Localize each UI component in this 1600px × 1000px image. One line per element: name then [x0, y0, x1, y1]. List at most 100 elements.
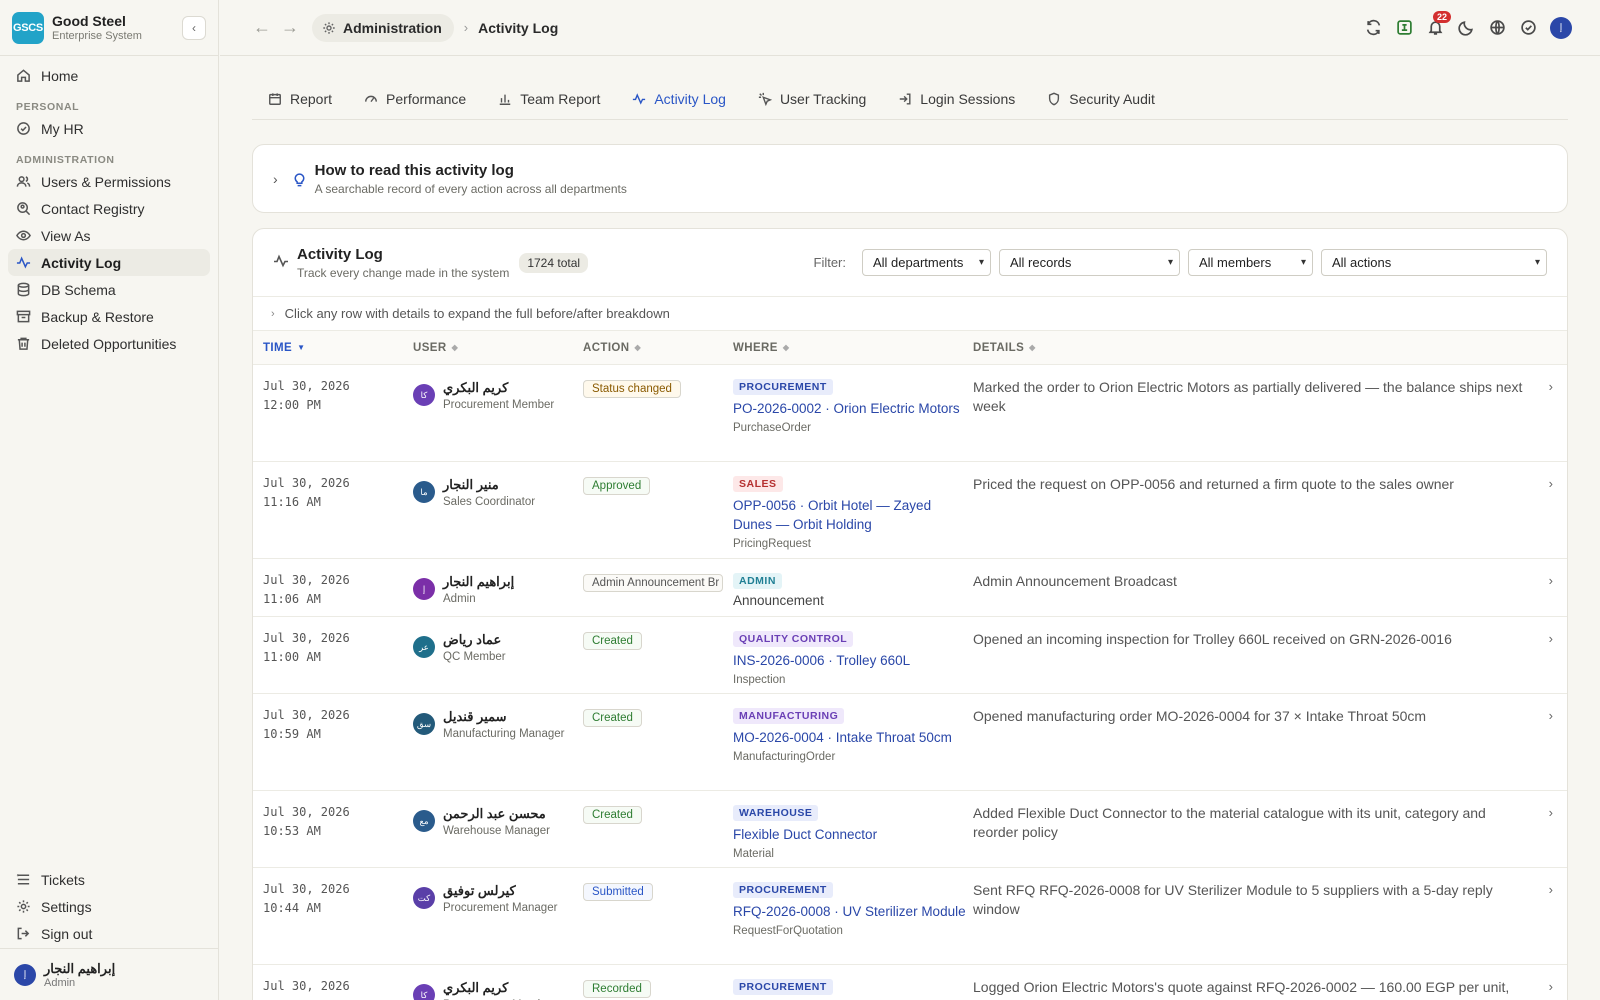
- tab-label: Report: [290, 90, 333, 107]
- dark-mode-toggle[interactable]: [1451, 14, 1482, 42]
- department-tag: QUALITY CONTROL: [733, 631, 854, 647]
- collapse-sidebar-button[interactable]: ‹: [182, 15, 206, 40]
- chevron-down-icon: ▾: [1534, 257, 1540, 268]
- tab-performance[interactable]: Performance: [348, 82, 482, 115]
- tab-activity-log[interactable]: Activity Log: [616, 82, 742, 115]
- table-row[interactable]: Jul 30, 2026 12:00 PM كا كريم البكري Procure…: [253, 365, 1567, 462]
- help-card[interactable]: › How to read this activity log A search…: [252, 144, 1568, 213]
- org-chart-button[interactable]: [1389, 14, 1420, 42]
- contact-search-icon: [17, 202, 31, 216]
- tab-team-report[interactable]: Team Report: [482, 82, 616, 115]
- tab-report[interactable]: Report: [252, 82, 348, 115]
- table-row[interactable]: Jul 30, 2026 10:59 AM سق سمير قنديل Manufact…: [253, 694, 1567, 791]
- back-button[interactable]: ←: [248, 17, 276, 38]
- chevron-right-icon[interactable]: ›: [1549, 631, 1553, 646]
- table-body: Jul 30, 2026 12:00 PM كا كريم البكري Procure…: [253, 365, 1567, 1000]
- row-time: 11:06 AM: [263, 592, 321, 606]
- avatar: كت: [413, 887, 435, 909]
- department-filter-select[interactable]: All departments ▾: [862, 249, 991, 276]
- tasks-button[interactable]: [1513, 14, 1544, 42]
- sign-out-icon: [17, 927, 30, 940]
- sidebar-item-users-permissions[interactable]: Users & Permissions: [8, 168, 210, 195]
- current-user[interactable]: إ إبراهيم النجار Admin: [0, 948, 218, 1000]
- notifications-button[interactable]: 22: [1420, 10, 1451, 42]
- chevron-right-icon[interactable]: ›: [1549, 379, 1553, 394]
- tab-label: Login Sessions: [920, 90, 1016, 107]
- column-label: WHERE: [733, 341, 778, 354]
- user-name: إبراهيم النجار: [443, 574, 515, 589]
- avatar: سق: [413, 713, 435, 735]
- moon-icon: [1458, 21, 1473, 36]
- chevron-down-icon: ▾: [978, 257, 984, 268]
- sidebar-item-activity-log[interactable]: Activity Log: [8, 249, 210, 276]
- avatar[interactable]: إ: [1550, 16, 1572, 39]
- table-row[interactable]: Jul 30, 2026 11:06 AM إ إبراهيم النجار Admin…: [253, 559, 1567, 617]
- record-link[interactable]: INS-2026-0006 · Trolley 660L: [733, 651, 973, 670]
- user-name: محسن عبد الرحمن: [443, 806, 546, 821]
- record-link[interactable]: MO-2026-0004 · Intake Throat 50cm: [733, 728, 973, 747]
- notification-badge: 22: [1432, 10, 1451, 23]
- record-filter-select[interactable]: All records ▾: [999, 249, 1180, 276]
- row-date: Jul 30, 2026: [263, 631, 350, 645]
- trash-icon: [17, 337, 30, 350]
- breadcrumb-parent[interactable]: Administration: [312, 13, 454, 42]
- sidebar-item-home[interactable]: Home: [8, 62, 210, 89]
- chevron-right-icon[interactable]: ›: [1549, 573, 1553, 588]
- avatar: كا: [413, 384, 435, 406]
- arrow-right-icon: →: [281, 17, 299, 37]
- action-filter-select[interactable]: All actions ▾: [1321, 249, 1547, 276]
- chevron-right-icon[interactable]: ›: [1549, 805, 1553, 820]
- sidebar-item-view-as[interactable]: View As: [8, 222, 210, 249]
- refresh-button[interactable]: [1358, 14, 1389, 42]
- tab-login-sessions[interactable]: Login Sessions: [882, 82, 1031, 115]
- row-details: Opened manufacturing order MO-2026-0004 …: [973, 708, 1427, 724]
- table-row[interactable]: Jul 30, 2026 10:53 AM مع محسن عبد الرحمن War…: [253, 791, 1567, 868]
- database-icon: [17, 282, 30, 297]
- sidebar-item-my-hr[interactable]: My HR: [8, 115, 210, 142]
- sidebar-item-contact-registry[interactable]: Contact Registry: [8, 195, 210, 222]
- column-header-time[interactable]: TIME ▼: [253, 342, 413, 354]
- language-button[interactable]: [1482, 14, 1513, 42]
- chevron-right-icon[interactable]: ›: [1549, 979, 1553, 994]
- tab-user-tracking[interactable]: User Tracking: [742, 82, 882, 115]
- table-row[interactable]: Jul 30, 2026 11:00 AM عر عماد رياض QC Member…: [253, 617, 1567, 694]
- member-filter-select[interactable]: All members ▾: [1188, 249, 1313, 276]
- table-row[interactable]: Jul 30, 2026كاكريم البكريProcurement Mem…: [253, 965, 1567, 1000]
- column-header-details[interactable]: DETAILS ◆: [973, 342, 1567, 354]
- sidebar-item-db-schema[interactable]: DB Schema: [8, 276, 210, 303]
- avatar: عر: [413, 636, 435, 658]
- column-header-where[interactable]: WHERE ◆: [733, 342, 973, 354]
- column-header-user[interactable]: USER ◆: [413, 342, 583, 354]
- brand-name: Good Steel: [52, 13, 126, 29]
- sidebar-item-tickets[interactable]: Tickets: [8, 866, 210, 893]
- record-link[interactable]: Flexible Duct Connector: [733, 825, 973, 844]
- forward-button[interactable]: →: [276, 17, 304, 38]
- row-date: Jul 30, 2026: [263, 882, 350, 896]
- record-link[interactable]: RFQ-2026-0008 · UV Sterilizer Module: [733, 902, 973, 921]
- row-details: Sent RFQ RFQ-2026-0008 for UV Sterilizer…: [973, 882, 1493, 917]
- sidebar-item-deleted-opportunities[interactable]: Deleted Opportunities: [8, 330, 210, 357]
- column-header-action[interactable]: ACTION ◆: [583, 342, 733, 354]
- table-row[interactable]: Jul 30, 2026 11:16 AM ما منير النجار Sales C…: [253, 462, 1567, 559]
- department-tag: PROCUREMENT: [733, 379, 833, 395]
- log-subtitle: Track every change made in the system: [297, 265, 510, 280]
- chevron-right-icon[interactable]: ›: [1549, 476, 1553, 491]
- nav-section-administration: ADMINISTRATION: [16, 154, 115, 166]
- tab-security-audit[interactable]: Security Audit: [1031, 82, 1171, 115]
- brand-logo: GSCS: [12, 11, 44, 44]
- record-link[interactable]: PO-2026-0002 · Orion Electric Motors: [733, 399, 973, 418]
- table-row[interactable]: Jul 30, 2026 10:44 AM كت كيرلس توفيق Procure…: [253, 868, 1567, 965]
- avatar: إ: [14, 963, 36, 986]
- department-tag: PROCUREMENT: [733, 979, 833, 995]
- department-tag: ADMIN: [733, 573, 782, 589]
- home-icon: [17, 69, 30, 82]
- chevron-right-icon[interactable]: ›: [1549, 708, 1553, 723]
- sidebar-item-backup-restore[interactable]: Backup & Restore: [8, 303, 210, 330]
- sort-desc-icon: ▼: [297, 343, 306, 352]
- row-time: 10:59 AM: [263, 727, 321, 741]
- sidebar-item-sign-out[interactable]: Sign out: [8, 920, 210, 947]
- sidebar-item-settings[interactable]: Settings: [8, 893, 210, 920]
- chevron-right-icon[interactable]: ›: [1549, 882, 1553, 897]
- record-link[interactable]: OPP-0056 · Orbit Hotel — Zayed Dunes — O…: [733, 496, 973, 534]
- department-tag: MANUFACTURING: [733, 708, 845, 724]
